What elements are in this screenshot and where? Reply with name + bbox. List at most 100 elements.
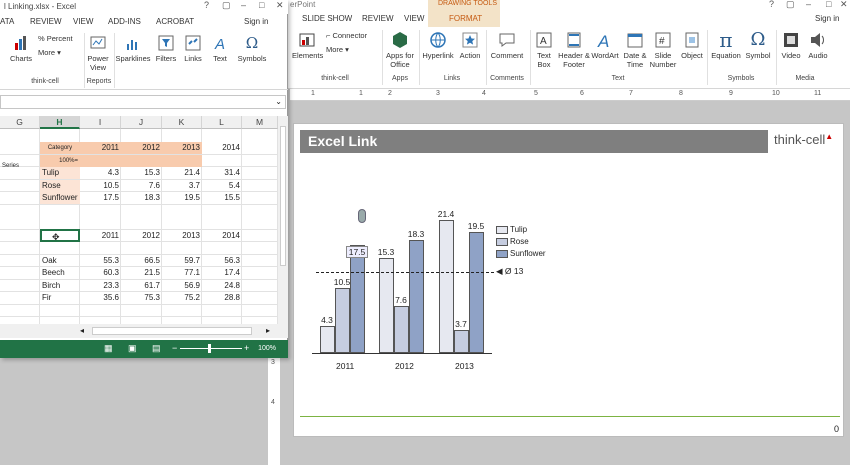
vertical-scrollbar[interactable] <box>278 116 288 324</box>
cell[interactable]: Birch <box>40 280 80 292</box>
excel-sign-in-link[interactable]: Sign in <box>244 17 268 26</box>
tab-data[interactable]: ATA <box>0 17 14 26</box>
date-time-button[interactable]: Date & Time <box>622 31 648 69</box>
cell[interactable]: 17.4 <box>202 267 242 279</box>
column-header[interactable]: G <box>0 116 40 129</box>
cell[interactable]: Tulip <box>40 167 80 179</box>
restore-icon[interactable]: ▢ <box>786 0 795 10</box>
more-button[interactable]: More ▾ <box>326 45 366 54</box>
cell[interactable]: 4.3 <box>80 167 121 179</box>
cell[interactable]: 56.9 <box>162 280 202 292</box>
cell[interactable]: 7.6 <box>121 180 162 192</box>
cell[interactable]: 2013 <box>162 142 202 154</box>
cell[interactable]: 100%= <box>40 154 80 167</box>
audio-button[interactable]: Audio <box>805 31 831 60</box>
data-label[interactable]: 18.3 <box>401 229 431 239</box>
tab-format[interactable]: FORMAT <box>449 14 482 23</box>
data-label[interactable]: 17.5 <box>346 245 368 258</box>
symbols-button[interactable]: Ω Symbols <box>235 34 269 63</box>
tab-review[interactable]: REVIEW <box>30 17 62 26</box>
text-box-button[interactable]: A Text Box <box>532 31 556 69</box>
bar-rose-2011[interactable] <box>335 287 350 353</box>
slide-number-button[interactable]: # Slide Number <box>648 31 678 69</box>
cell[interactable]: 56.3 <box>202 255 242 267</box>
column-header[interactable]: M <box>242 116 278 129</box>
cell[interactable]: 3.7 <box>162 180 202 192</box>
more-button[interactable]: More ▾ <box>38 48 78 57</box>
column-header[interactable]: L <box>202 116 242 129</box>
tab-view[interactable]: VIEW <box>73 17 93 26</box>
wordart-button[interactable]: A WordArt <box>590 31 620 60</box>
column-header[interactable]: H <box>40 116 80 129</box>
cell[interactable]: 2014 <box>202 142 242 154</box>
help-icon[interactable]: ? <box>204 0 209 10</box>
cell[interactable]: 2013 <box>162 230 202 242</box>
tab-acrobat[interactable]: ACROBAT <box>156 17 194 26</box>
zoom-in-icon[interactable]: + <box>244 343 249 353</box>
bar-sunflower-2013[interactable] <box>469 232 484 353</box>
formula-bar[interactable]: ⌄ <box>0 95 286 109</box>
bar-sunflower-2012[interactable] <box>409 239 424 353</box>
power-view-button[interactable]: Power View <box>86 34 110 72</box>
cell[interactable]: 2012 <box>121 230 162 242</box>
stacked-chart[interactable]: 4.3 10.5 17.5 2011 15.3 7.6 18.3 2012 21.4 3.7 19.… <box>312 205 572 385</box>
cell[interactable] <box>162 154 202 167</box>
cell[interactable]: 23.3 <box>80 280 121 292</box>
cell[interactable]: 21.4 <box>162 167 202 179</box>
cell[interactable] <box>80 154 121 167</box>
cell[interactable]: 75.3 <box>121 292 162 304</box>
maximize-icon[interactable]: □ <box>826 0 831 9</box>
apps-for-office-button[interactable]: Apps for Office <box>384 31 416 69</box>
cell[interactable]: 55.3 <box>80 255 121 267</box>
normal-view-icon[interactable]: ▦ <box>104 343 113 354</box>
cell[interactable]: 59.7 <box>162 255 202 267</box>
video-button[interactable]: Video <box>778 31 804 60</box>
zoom-slider-thumb[interactable] <box>208 344 211 353</box>
spreadsheet-grid[interactable]: G H I J K L M Category 2011 2012 2013 2014 Series 100… <box>0 116 278 324</box>
cell[interactable]: 35.6 <box>80 292 121 304</box>
cell[interactable]: 5.4 <box>202 180 242 192</box>
cell[interactable]: Category <box>40 142 80 154</box>
legend-item[interactable]: Sunflower <box>496 249 546 258</box>
selected-cell[interactable]: ✥ <box>40 228 80 242</box>
legend-item[interactable]: Tulip <box>496 225 527 234</box>
page-layout-icon[interactable]: ▣ <box>128 343 137 354</box>
tab-review[interactable]: REVIEW <box>362 14 394 23</box>
column-header[interactable]: K <box>162 116 202 129</box>
horizontal-scrollbar[interactable]: ◂ ▸ <box>0 324 288 338</box>
charts-button[interactable]: Charts <box>8 34 34 63</box>
cell[interactable]: Fir <box>40 292 80 304</box>
average-label[interactable]: ◀ Ø 13 <box>496 266 523 277</box>
maximize-icon[interactable]: □ <box>259 0 264 10</box>
chevron-down-icon[interactable]: ⌄ <box>275 97 282 106</box>
scroll-left-icon[interactable]: ◂ <box>80 326 84 335</box>
link-handle-icon[interactable] <box>358 209 366 223</box>
ppt-sign-in-link[interactable]: Sign in <box>815 14 839 23</box>
cell[interactable]: 28.8 <box>202 292 242 304</box>
cell[interactable]: 19.5 <box>162 192 202 204</box>
zoom-slider[interactable] <box>180 348 242 349</box>
tab-slide-show[interactable]: SLIDE SHOW <box>302 14 352 23</box>
page-break-icon[interactable]: ▤ <box>152 343 161 354</box>
bar-tulip-2013[interactable] <box>439 220 454 353</box>
percent-button[interactable]: % Percent <box>38 34 82 43</box>
comment-button[interactable]: Comment <box>488 31 526 60</box>
cell[interactable]: 15.3 <box>121 167 162 179</box>
scroll-right-icon[interactable]: ▸ <box>266 326 270 335</box>
hyperlink-button[interactable]: Hyperlink <box>421 31 455 60</box>
cell[interactable]: 2014 <box>202 230 242 242</box>
column-header[interactable]: I <box>80 116 121 129</box>
cell[interactable]: 77.1 <box>162 267 202 279</box>
cell[interactable]: 21.5 <box>121 267 162 279</box>
filters-button[interactable]: Filters <box>153 34 179 63</box>
tab-add-ins[interactable]: ADD-INS <box>108 17 141 26</box>
cell[interactable] <box>121 154 162 167</box>
close-icon[interactable]: ✕ <box>276 0 284 11</box>
data-label[interactable]: 21.4 <box>431 209 461 219</box>
cell[interactable]: Sunflower <box>40 192 80 204</box>
cell[interactable]: Beech <box>40 267 80 279</box>
cell[interactable]: 60.3 <box>80 267 121 279</box>
zoom-level[interactable]: 100% <box>258 345 276 352</box>
object-button[interactable]: Object <box>680 31 704 60</box>
restore-icon[interactable]: ▢ <box>222 0 231 11</box>
